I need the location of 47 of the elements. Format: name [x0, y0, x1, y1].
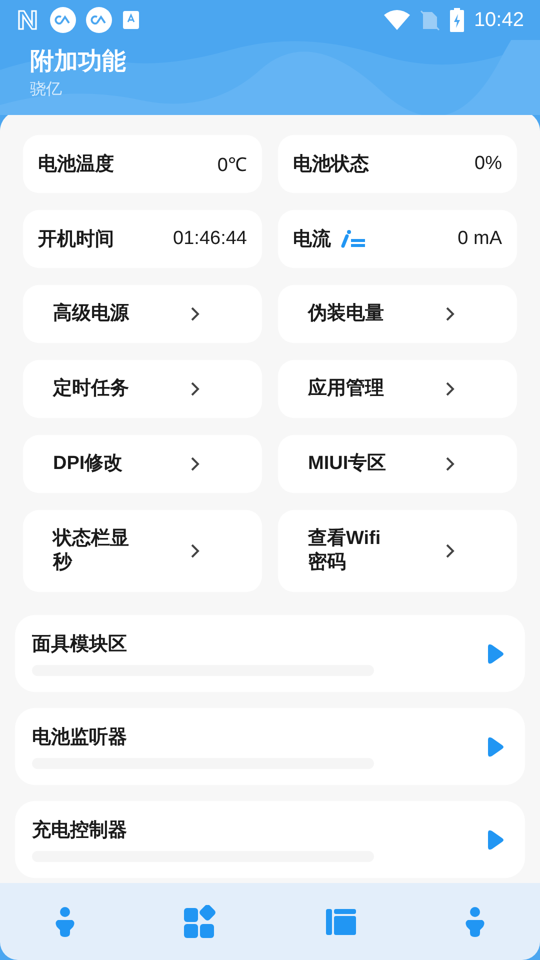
clock-time: 10:42 — [474, 8, 524, 32]
info-value: 0℃ — [217, 154, 247, 177]
info-label: 电池温度 — [38, 152, 114, 176]
chevron-icon — [189, 456, 201, 472]
cloud-app-icon — [50, 7, 76, 33]
module-title: 电池监听器 — [32, 725, 127, 750]
n-logo-icon — [16, 8, 40, 32]
page-subtitle: 骁亿 — [30, 78, 63, 100]
text-app-icon — [122, 10, 140, 30]
person-icon — [464, 906, 486, 938]
chevron-icon — [189, 543, 201, 559]
info-label: 开机时间 — [38, 227, 114, 251]
feature-button[interactable]: 高级电源 — [23, 285, 262, 343]
feature-button[interactable]: 查看Wifi密码 — [278, 510, 517, 592]
feature-button[interactable]: 应用管理 — [278, 360, 517, 418]
info-value: 0% — [474, 153, 502, 175]
no-sim-icon — [420, 9, 440, 31]
info-label: 电流 — [293, 227, 331, 251]
module-title: 充电控制器 — [32, 818, 127, 843]
chevron-icon — [444, 543, 456, 559]
play-icon — [485, 828, 505, 850]
feature-button[interactable]: 定时任务 — [23, 360, 262, 418]
info-label: 电池状态 — [293, 152, 369, 176]
apps-icon — [183, 904, 218, 938]
module-item[interactable]: 面具模块区 — [15, 615, 525, 692]
page-title: 附加功能 — [30, 46, 127, 77]
feature-button[interactable]: 状态栏显秒 — [23, 510, 262, 592]
chevron-icon — [189, 381, 201, 397]
feature-button[interactable]: 伪装电量 — [278, 285, 517, 343]
feature-button[interactable]: DPI修改 — [23, 435, 262, 493]
chevron-icon — [444, 381, 456, 397]
wifi-icon — [384, 9, 410, 31]
play-icon — [485, 642, 505, 664]
play-icon — [485, 736, 505, 758]
feature-button[interactable]: MIUI专区 — [278, 435, 517, 493]
person-icon — [54, 906, 76, 938]
panel-icon — [324, 908, 357, 936]
module-item[interactable]: 充电控制器 — [15, 801, 525, 878]
info-value: 01:46:44 — [173, 228, 247, 250]
chevron-icon — [444, 306, 456, 322]
cloud-app-icon — [86, 7, 112, 33]
chevron-icon — [444, 456, 456, 472]
module-title: 面具模块区 — [32, 632, 127, 657]
module-item[interactable]: 电池监听器 — [15, 708, 525, 785]
info-value: 0 mA — [458, 228, 502, 250]
chevron-icon — [189, 306, 201, 322]
battery-charging-icon — [450, 8, 464, 32]
